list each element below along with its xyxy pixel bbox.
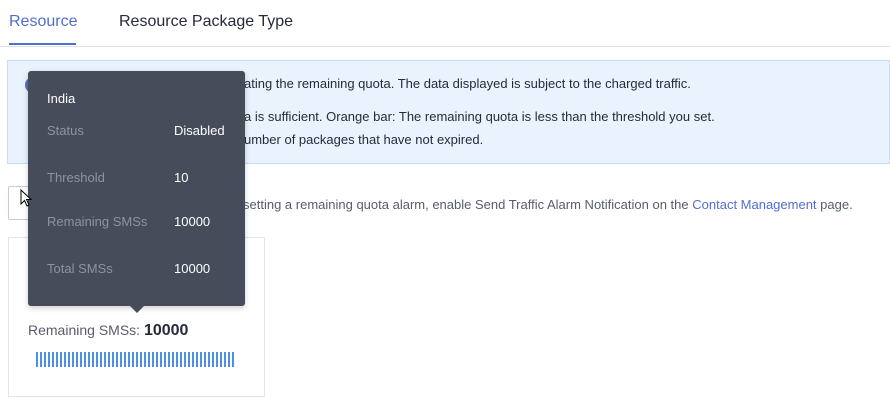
tooltip-total-label: Total SMSs xyxy=(47,261,113,276)
tooltip-remaining-label: Remaining SMSs xyxy=(47,214,148,229)
alarm-hint-suffix: page. xyxy=(816,197,853,212)
tooltip-total-value: 10000 xyxy=(174,261,211,276)
tooltip-status-label: Status xyxy=(47,123,84,138)
card-remaining-sms: Remaining SMSs: 10000 xyxy=(28,322,188,340)
banner-line-2: a is sufficient. Orange bar: The remaini… xyxy=(244,109,715,124)
tab-bar: Resource Resource Package Type xyxy=(0,0,890,47)
remaining-sms-label: Remaining SMSs: xyxy=(28,322,141,338)
tab-resource-package-type[interactable]: Resource Package Type xyxy=(119,13,293,31)
banner-line-1: ating the remaining quota. The data disp… xyxy=(244,76,691,91)
tooltip-title: India xyxy=(47,91,76,106)
banner-line-3: umber of packages that have not expired. xyxy=(244,132,484,147)
tooltip-status-value: Disabled xyxy=(174,123,225,138)
tooltip-threshold-value: 10 xyxy=(174,170,189,185)
active-tab-indicator xyxy=(9,43,76,45)
alarm-hint-text: setting a remaining quota alarm, enable … xyxy=(243,197,693,212)
remaining-sms-value: 10000 xyxy=(143,322,189,339)
tab-resource[interactable]: Resource xyxy=(9,13,77,31)
tooltip: India Status Disabled Threshold 10 Remai… xyxy=(28,71,245,306)
tooltip-remaining-value: 10000 xyxy=(174,214,211,229)
tooltip-threshold-label: Threshold xyxy=(47,170,105,185)
contact-management-link[interactable]: Contact Management xyxy=(692,197,816,212)
tooltip-arrow xyxy=(130,306,144,313)
alarm-hint: setting a remaining quota alarm, enable … xyxy=(243,197,853,212)
mouse-cursor-icon xyxy=(20,189,33,207)
quota-progress-bar xyxy=(36,352,236,367)
